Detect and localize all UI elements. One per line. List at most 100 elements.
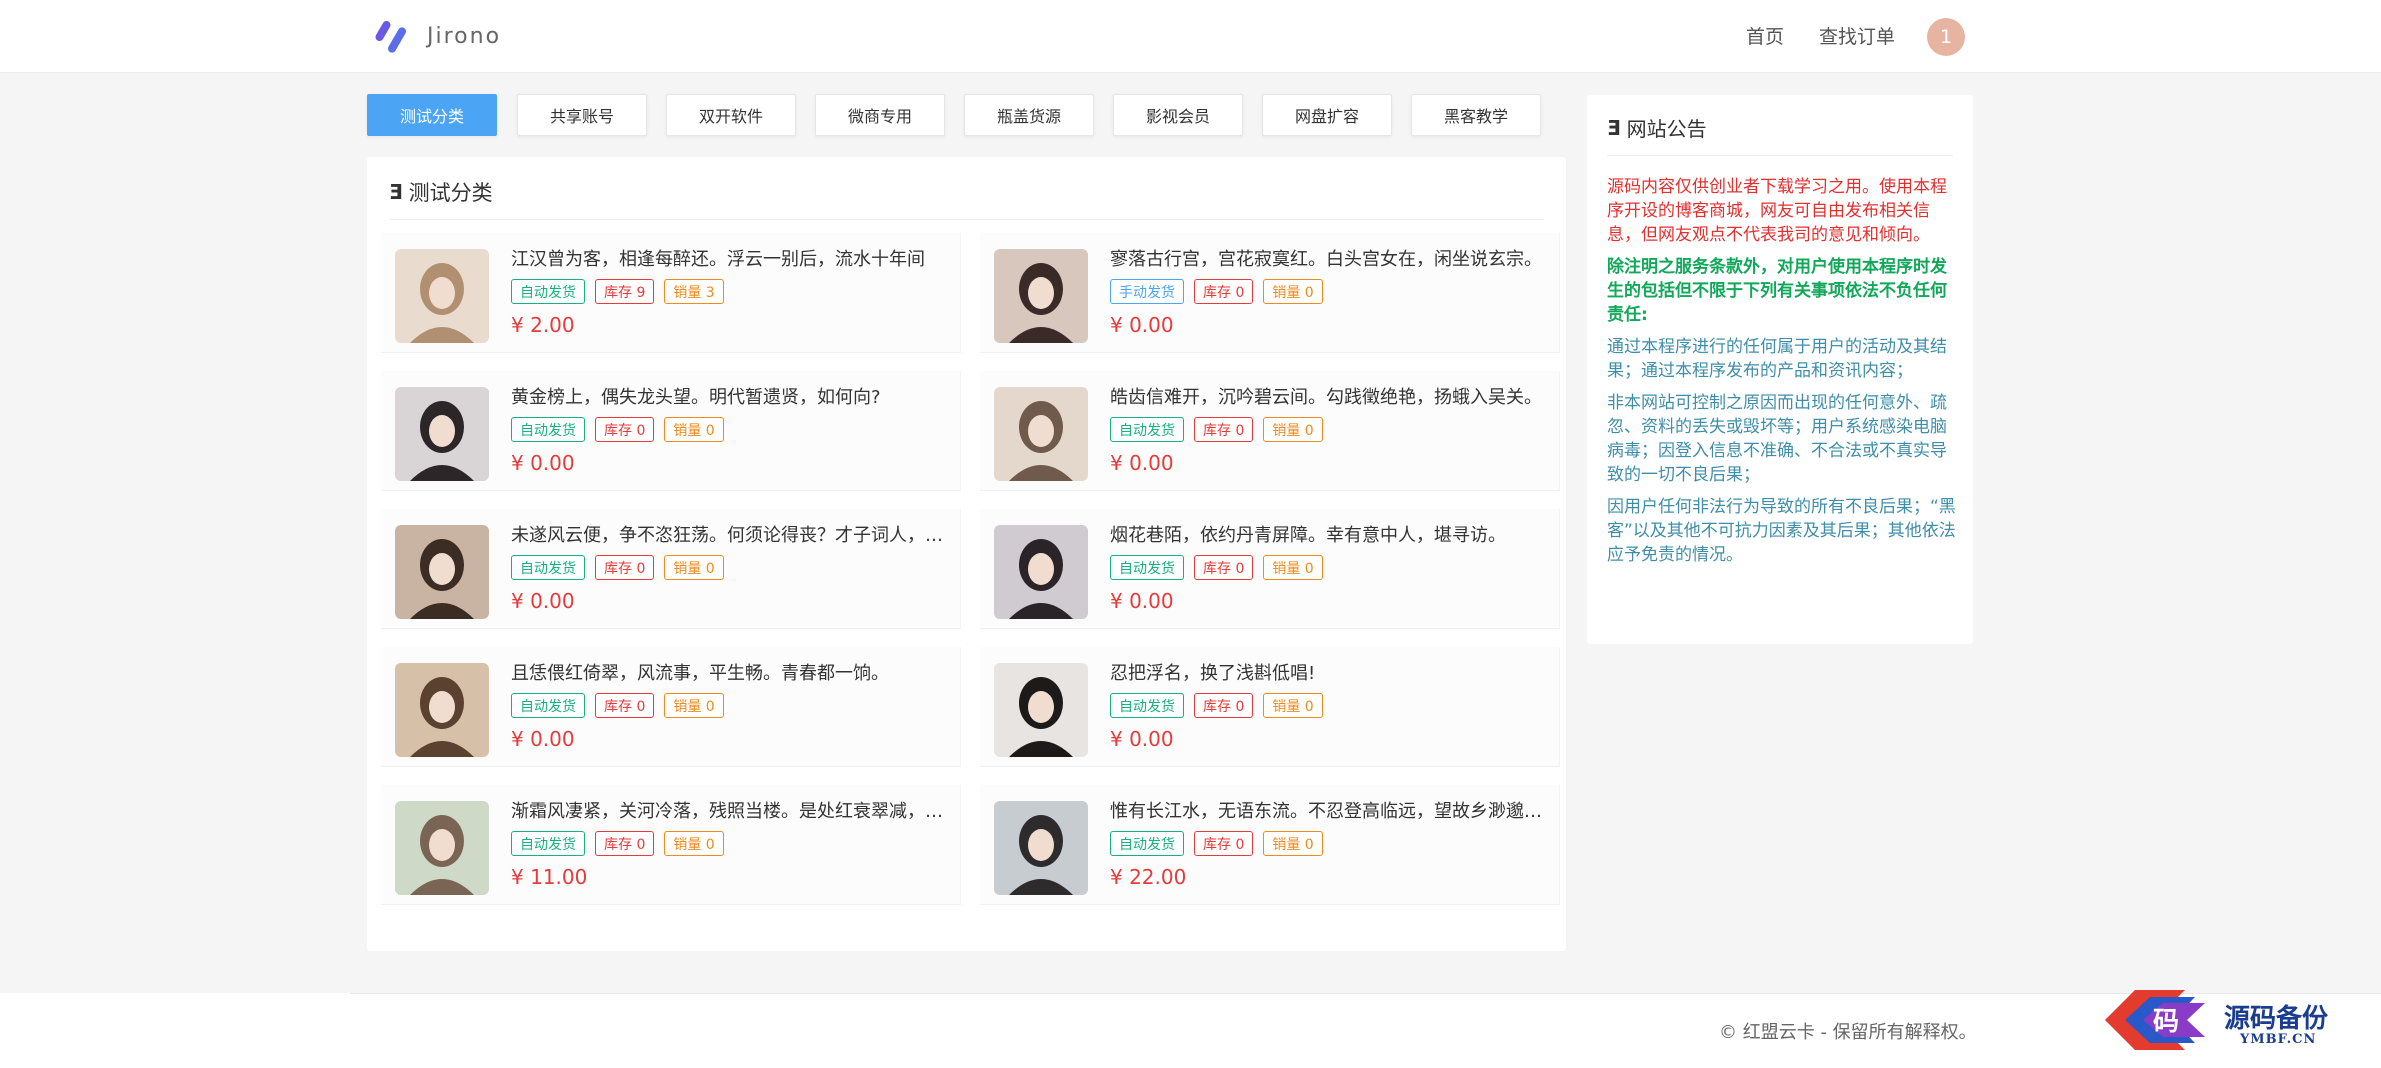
product-thumbnail[interactable]	[395, 525, 489, 619]
stock-badge: 库存 0	[1194, 279, 1254, 304]
announcement-paragraph: 源码内容仅供创业者下载学习之用。使用本程序开设的博客商城，网友可自由发布相关信息…	[1607, 177, 1947, 245]
announcement-title: 网站公告	[1626, 117, 1707, 141]
delivery-badge: 自动发货	[1110, 555, 1184, 580]
product-card[interactable]: 寥落古行宫，宫花寂寞红。白头宫女在，闲坐说玄宗。 手动发货 库存 0 销量 0 ¥ 0.…	[980, 233, 1560, 353]
panel-title: 测试分类	[408, 181, 493, 205]
product-title[interactable]: 皓齿信难开，沉吟碧云间。勾践徵绝艳，扬蛾入吴关。	[1110, 383, 1550, 409]
announcement-paragraph: 通过本程序进行的任何属于用户的活动及其结果；通过本程序发布的产品和资讯内容；	[1607, 337, 1947, 381]
product-badges: 自动发货 库存 0 销量 0	[511, 831, 724, 856]
announcement-paragraph: 因用户任何非法行为导致的所有不良后果；“黑客”以及其他不可抗力因素及其后果；其他…	[1607, 497, 1956, 565]
stock-badge: 库存 0	[595, 693, 655, 718]
divider	[1607, 155, 1953, 156]
copyright-text: © 红盟云卡 - 保留所有解释权。	[1719, 1022, 1977, 1043]
stock-badge: 库存 0	[1194, 417, 1254, 442]
watermark-subtext: YMBF.CN	[2240, 1032, 2317, 1047]
product-price: ¥ 0.00	[511, 451, 575, 475]
product-title[interactable]: 寥落古行宫，宫花寂寞红。白头宫女在，闲坐说玄宗。	[1110, 245, 1550, 271]
product-thumbnail[interactable]	[994, 387, 1088, 481]
sales-badge: 销量 0	[1263, 555, 1323, 580]
product-title[interactable]: 江汉曾为客，相逢每醉还。浮云一别后，流水十年间	[511, 245, 951, 271]
stock-badge: 库存 0	[1194, 693, 1254, 718]
product-title[interactable]: 未遂风云便，争不恣狂荡。何须论得丧？才子词人，自是白衣卿相。	[511, 521, 951, 547]
product-card[interactable]: 皓齿信难开，沉吟碧云间。勾践徵绝艳，扬蛾入吴关。 自动发货 库存 0 销量 0 ¥ 0.…	[980, 371, 1560, 491]
product-title[interactable]: 忍把浮名，换了浅斟低唱!	[1110, 659, 1550, 685]
tab-dual-open-software[interactable]: 双开软件	[666, 94, 796, 136]
product-thumbnail[interactable]	[395, 249, 489, 343]
logo-text: Jirono	[427, 23, 502, 49]
product-badges: 自动发货 库存 0 销量 0	[1110, 831, 1323, 856]
footer	[0, 993, 2381, 1068]
tab-hacker-tutorial[interactable]: 黑客教学	[1411, 94, 1541, 136]
logo-stripes-icon	[375, 20, 406, 53]
product-badges: 自动发货 库存 0 销量 0	[1110, 417, 1323, 442]
ellipsis-icon: Ǝ	[389, 180, 403, 204]
product-card[interactable]: 且恁偎红倚翠，风流事，平生畅。青春都一饷。 自动发货 库存 0 销量 0 ¥ 0.00	[381, 647, 961, 767]
sales-badge: 销量 0	[664, 555, 724, 580]
product-badges: 自动发货 库存 9 销量 3	[511, 279, 724, 304]
product-title[interactable]: 且恁偎红倚翠，风流事，平生畅。青春都一饷。	[511, 659, 951, 685]
delivery-badge: 自动发货	[1110, 693, 1184, 718]
delivery-badge: 自动发货	[511, 831, 585, 856]
product-thumbnail[interactable]	[994, 249, 1088, 343]
delivery-badge: 自动发货	[1110, 417, 1184, 442]
delivery-badge: 自动发货	[511, 417, 585, 442]
announcement-header: Ǝ 网站公告	[1607, 113, 1707, 142]
product-thumbnail[interactable]	[395, 387, 489, 481]
product-price: ¥ 11.00	[511, 865, 588, 889]
product-badges: 自动发货 库存 0 销量 0	[1110, 693, 1323, 718]
stock-badge: 库存 9	[595, 279, 655, 304]
announcement-body: 源码内容仅供创业者下载学习之用。使用本程序开设的博客商城，网友可自由发布相关信息…	[1607, 175, 1957, 575]
stock-badge: 库存 0	[595, 831, 655, 856]
product-price: ¥ 0.00	[1110, 589, 1174, 613]
product-card[interactable]: 烟花巷陌，依约丹青屏障。幸有意中人，堪寻访。 自动发货 库存 0 销量 0 ¥ 0.00	[980, 509, 1560, 629]
product-price: ¥ 0.00	[1110, 313, 1174, 337]
tab-test-category[interactable]: 测试分类	[367, 94, 497, 136]
tab-wechat-business[interactable]: 微商专用	[815, 94, 945, 136]
product-card[interactable]: 渐霜风凄紧，关河冷落，残照当楼。是处红衰翠减，苒苒物华休。自动发货库存 0 销量 …	[381, 785, 961, 905]
product-thumbnail[interactable]	[395, 801, 489, 895]
product-thumbnail[interactable]	[994, 663, 1088, 757]
product-title[interactable]: 烟花巷陌，依约丹青屏障。幸有意中人，堪寻访。	[1110, 521, 1550, 547]
announcement-panel: Ǝ 网站公告 源码内容仅供创业者下载学习之用。使用本程序开设的博客商城，网友可自…	[1587, 95, 1973, 644]
product-title[interactable]: 惟有长江水，无语东流。不忍登高临远，望故乡渺邈，归思难收。	[1110, 797, 1550, 823]
product-thumbnail[interactable]	[994, 525, 1088, 619]
watermark-glyph: 码	[2153, 1007, 2179, 1037]
product-panel: Ǝ 测试分类 江汉曾为客，相逢每醉还。浮云一别后，流水十年间 自动发货 库存 9 销量…	[367, 157, 1566, 951]
footer-divider	[350, 993, 2381, 994]
product-badges: 自动发货 库存 0 销量 0	[511, 693, 724, 718]
tab-cloud-expansion[interactable]: 网盘扩容	[1262, 94, 1392, 136]
delivery-badge: 自动发货	[1110, 831, 1184, 856]
product-price: ¥ 22.00	[1110, 865, 1187, 889]
user-avatar[interactable]: 1	[1927, 18, 1965, 56]
product-price: ¥ 0.00	[511, 589, 575, 613]
sales-badge: 销量 0	[1263, 279, 1323, 304]
sales-badge: 销量 0	[1263, 831, 1323, 856]
sales-badge: 销量 3	[664, 279, 724, 304]
delivery-badge: 自动发货	[511, 279, 585, 304]
product-thumbnail[interactable]	[395, 663, 489, 757]
delivery-badge: 自动发货	[511, 555, 585, 580]
product-title[interactable]: 黄金榜上，偶失龙头望。明代暂遗贤，如何向?	[511, 383, 951, 409]
product-card[interactable]: 惟有长江水，无语东流。不忍登高临远，望故乡渺邈，归思难收。自动发货库存 0 销量 …	[980, 785, 1560, 905]
product-card[interactable]: 忍把浮名，换了浅斟低唱! 自动发货 库存 0 销量 0 ¥ 0.00	[980, 647, 1560, 767]
announcement-paragraph: 非本网站可控制之原因而出现的任何意外、疏忽、资料的丢失或毁坏等；用户系统感染电脑…	[1607, 393, 1947, 485]
product-title[interactable]: 渐霜风凄紧，关河冷落，残照当楼。是处红衰翠减，苒苒物华休。	[511, 797, 951, 823]
stock-badge: 库存 0	[595, 555, 655, 580]
product-thumbnail[interactable]	[994, 801, 1088, 895]
nav-find-orders-link[interactable]: 查找订单	[1819, 22, 1895, 49]
site-logo[interactable]: Jirono	[373, 16, 501, 56]
top-navbar: Jirono 首页 查找订单 1	[0, 0, 2381, 73]
tab-bottlecap-supply[interactable]: 瓶盖货源	[964, 94, 1094, 136]
ellipsis-icon: Ǝ	[1607, 115, 1621, 140]
sales-badge: 销量 0	[664, 831, 724, 856]
nav-home-link[interactable]: 首页	[1746, 22, 1784, 49]
announcement-paragraph: 除注明之服务条款外，对用户使用本程序时发生的包括但不限于下列有关事项依法不负任何…	[1607, 257, 1947, 325]
tab-shared-accounts[interactable]: 共享账号	[517, 94, 647, 136]
product-price: ¥ 0.00	[1110, 727, 1174, 751]
watermark-text: 源码备份	[2224, 1004, 2329, 1034]
product-card[interactable]: 黄金榜上，偶失龙头望。明代暂遗贤，如何向? 自动发货 库存 0 销量 0 ¥ 0.00	[381, 371, 961, 491]
product-badges: 手动发货 库存 0 销量 0	[1110, 279, 1323, 304]
product-card[interactable]: 江汉曾为客，相逢每醉还。浮云一别后，流水十年间 自动发货 库存 9 销量 3 ¥ 2.0…	[381, 233, 961, 353]
tab-video-membership[interactable]: 影视会员	[1113, 94, 1243, 136]
product-card[interactable]: 未遂风云便，争不恣狂荡。何须论得丧？才子词人，自是白衣卿相。自动发货库存 0 销量…	[381, 509, 961, 629]
